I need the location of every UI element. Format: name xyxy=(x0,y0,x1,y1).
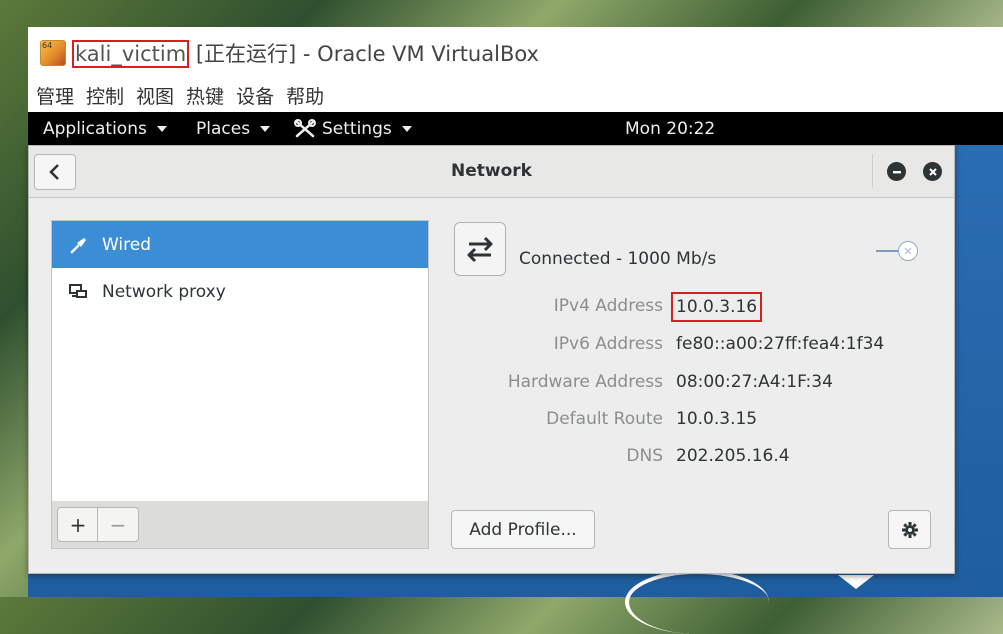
menu-devices[interactable]: 设备 xyxy=(236,82,274,109)
connection-switch[interactable] xyxy=(898,241,918,261)
wired-plug-icon xyxy=(68,235,90,255)
dns-value: 202.205.16.4 xyxy=(676,446,790,466)
remove-connection-button[interactable]: − xyxy=(97,507,139,542)
ipv4-row: IPv4 Address 10.0.3.16 xyxy=(429,292,929,322)
sidebar-item-label: Network proxy xyxy=(102,281,226,302)
places-menu[interactable]: Places xyxy=(196,118,271,139)
add-profile-button[interactable]: Add Profile... xyxy=(451,510,595,549)
virtualbox-app-icon: 64 xyxy=(40,40,66,66)
default-route-label: Default Route xyxy=(546,409,663,429)
dns-label: DNS xyxy=(626,446,663,466)
menu-manage[interactable]: 管理 xyxy=(36,82,74,109)
window-title: kali_victim [正在运行] - Oracle VM VirtualBo… xyxy=(72,38,539,68)
chevron-down-icon xyxy=(401,125,412,132)
vm-arch-badge: 64 xyxy=(42,41,53,50)
sidebar-item-label: Wired xyxy=(102,234,152,255)
sidebar-item-network-proxy[interactable]: Network proxy xyxy=(52,268,428,315)
applications-menu[interactable]: Applications xyxy=(43,119,167,139)
dialog-title: Network xyxy=(451,161,532,181)
remove-label: − xyxy=(109,512,127,537)
ipv6-row: IPv6 Address fe80::a00:27ff:fea4:1f34 xyxy=(429,334,929,356)
vbox-menu-bar: 管理 控制 视图 热键 设备 帮助 xyxy=(28,79,1003,112)
settings-label: Settings xyxy=(322,118,392,139)
transfer-arrows-icon xyxy=(467,236,493,263)
connection-list: Wired Network proxy xyxy=(51,220,429,502)
ipv6-value: fe80::a00:27ff:fea4:1f34 xyxy=(676,334,885,354)
clock-label: Mon 20:22 xyxy=(625,118,716,139)
chevron-down-icon xyxy=(156,125,167,132)
connection-status: Connected - 1000 Mb/s xyxy=(519,249,717,269)
switch-knob-icon xyxy=(904,247,912,255)
network-settings-dialog: Network Wired Network proxy + − Connecte… xyxy=(28,145,955,574)
dns-row: DNS 202.205.16.4 xyxy=(429,446,929,468)
network-proxy-icon xyxy=(68,283,90,301)
add-connection-button[interactable]: + xyxy=(57,507,99,542)
dialog-header: Network xyxy=(29,146,954,198)
header-separator xyxy=(872,154,873,188)
hardware-address-label: Hardware Address xyxy=(507,372,663,392)
menu-view[interactable]: 视图 xyxy=(136,82,174,109)
vbox-title-bar: 64 kali_victim [正在运行] - Oracle VM Virtua… xyxy=(28,27,1003,79)
connection-settings-button[interactable] xyxy=(888,510,931,549)
menu-control[interactable]: 控制 xyxy=(86,82,124,109)
vm-name: kali_victim xyxy=(72,40,190,68)
settings-menu[interactable]: Settings xyxy=(294,118,412,139)
clock[interactable]: Mon 20:22 xyxy=(625,119,715,139)
ipv4-value: 10.0.3.16 xyxy=(671,292,763,322)
default-route-row: Default Route 10.0.3.15 xyxy=(429,409,929,431)
list-toolbar: + − xyxy=(51,501,429,549)
ipv6-label: IPv6 Address xyxy=(553,334,663,354)
connection-status-icon xyxy=(454,222,506,276)
minimize-button[interactable] xyxy=(887,162,906,181)
menu-hotkeys[interactable]: 热键 xyxy=(186,82,224,109)
ipv4-label: IPv4 Address xyxy=(553,296,663,316)
gnome-top-bar: Applications Places Settings Mon 20:22 xyxy=(28,112,1003,145)
applications-label: Applications xyxy=(43,118,147,139)
menu-help[interactable]: 帮助 xyxy=(286,82,324,109)
sidebar-item-wired[interactable]: Wired xyxy=(52,221,428,268)
close-button[interactable] xyxy=(923,162,942,181)
chevron-down-icon xyxy=(260,125,271,132)
add-label: + xyxy=(69,512,87,537)
minimize-icon xyxy=(892,170,901,173)
places-label: Places xyxy=(196,118,251,139)
desktop-logo-arc xyxy=(625,570,769,634)
hardware-address-row: Hardware Address 08:00:27:A4:1F:34 xyxy=(429,372,929,394)
default-route-value: 10.0.3.15 xyxy=(676,409,758,429)
hardware-address-value: 08:00:27:A4:1F:34 xyxy=(676,372,833,392)
close-icon xyxy=(928,167,937,176)
tools-icon xyxy=(294,118,316,137)
gear-icon xyxy=(901,521,918,538)
desktop-logo-arrow xyxy=(838,575,874,589)
window-title-rest: [正在运行] - Oracle VM VirtualBox xyxy=(189,42,539,66)
